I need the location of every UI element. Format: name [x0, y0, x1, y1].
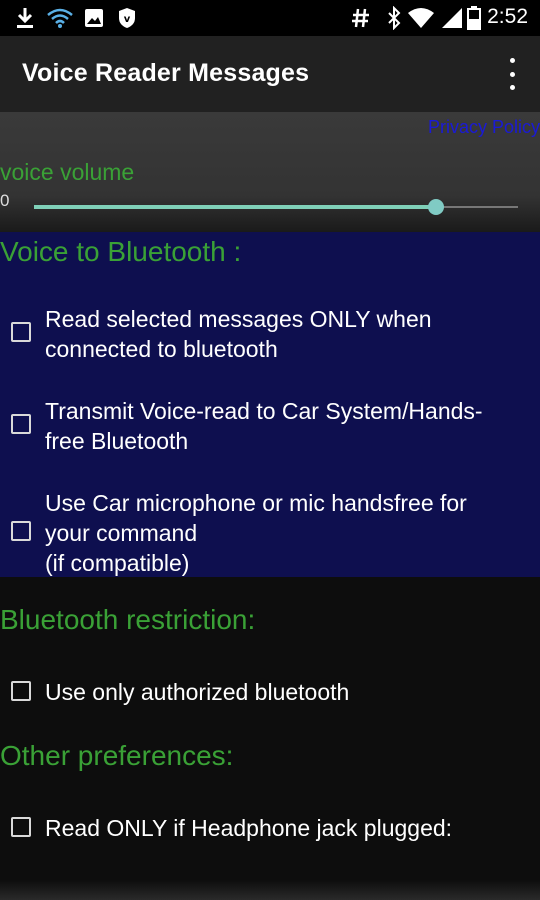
checkbox[interactable] — [11, 681, 31, 701]
option-transmit-car[interactable]: Transmit Voice-read to Car System/Hands-… — [0, 396, 540, 460]
option-authorized-bluetooth[interactable]: Use only authorized bluetooth — [0, 677, 540, 709]
slider-thumb[interactable] — [428, 199, 444, 215]
download-icon — [14, 4, 36, 32]
shield-icon: v — [116, 4, 138, 32]
status-bar: v 2:52 — [0, 0, 540, 36]
svg-text:v: v — [124, 14, 131, 25]
option-headphone-jack[interactable]: Read ONLY if Headphone jack plugged: — [0, 813, 540, 845]
privacy-policy-link[interactable]: Privacy Policy — [428, 117, 540, 138]
bluetooth-restriction-heading: Bluetooth restriction: — [0, 604, 256, 635]
option-bluetooth-only[interactable]: Read selected messages ONLY when connect… — [0, 304, 540, 368]
volume-panel: Privacy Policy voice volume 0 — [0, 112, 540, 232]
image-icon — [82, 4, 106, 32]
option-label: Read ONLY if Headphone jack plugged: — [45, 815, 453, 841]
app-title: Voice Reader Messages — [22, 59, 310, 87]
status-time: 2:52 — [487, 5, 528, 28]
app-bar: Voice Reader Messages — [0, 36, 540, 112]
overflow-menu-icon[interactable] — [502, 58, 522, 90]
battery-icon — [466, 4, 482, 32]
voice-volume-label: voice volume — [0, 159, 135, 185]
voice-to-bluetooth-heading: Voice to Bluetooth : — [0, 236, 242, 267]
scroll-fade — [0, 880, 540, 900]
option-label: Transmit Voice-read to Car System/Hands-… — [45, 398, 483, 454]
wifi-signal-icon — [406, 4, 436, 32]
checkbox[interactable] — [11, 817, 31, 837]
option-label: Use Car microphone or mic handsfree for … — [45, 490, 467, 576]
voice-volume-slider[interactable] — [34, 198, 518, 216]
volume-min-label: 0 — [0, 191, 10, 210]
checkbox[interactable] — [11, 521, 31, 541]
option-label: Use only authorized bluetooth — [45, 679, 350, 705]
option-label: Read selected messages ONLY when connect… — [45, 306, 432, 362]
checkbox[interactable] — [11, 414, 31, 434]
other-preferences-heading: Other preferences: — [0, 740, 234, 771]
wifi-icon — [45, 4, 75, 32]
voice-to-bluetooth-panel: Voice to Bluetooth : Read selected messa… — [0, 232, 540, 577]
checkbox[interactable] — [11, 322, 31, 342]
slider-fill — [34, 205, 436, 209]
bluetooth-icon — [384, 4, 404, 32]
signal-icon — [440, 4, 464, 32]
hash-icon — [350, 4, 372, 32]
option-car-microphone[interactable]: Use Car microphone or mic handsfree for … — [0, 488, 540, 580]
